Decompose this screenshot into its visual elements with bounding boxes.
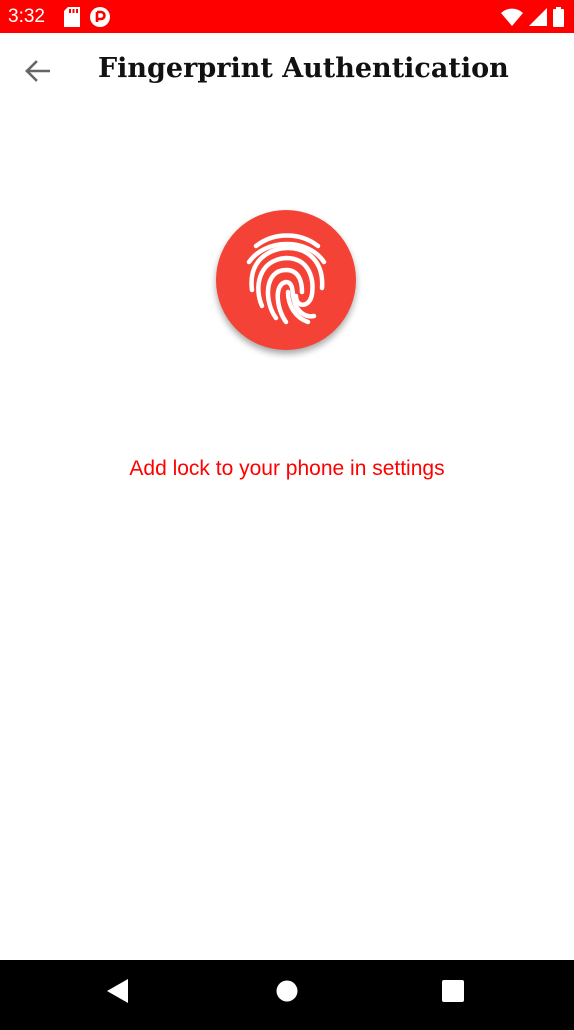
- nav-home-button[interactable]: [247, 960, 327, 1026]
- app-bar: Fingerprint Authentication: [0, 33, 574, 113]
- wifi-icon: [501, 8, 523, 31]
- nav-recents-button[interactable]: [413, 960, 493, 1026]
- cell-signal-icon: [529, 8, 547, 31]
- sd-card-icon: [64, 7, 80, 32]
- recents-square-icon: [442, 979, 464, 1007]
- status-bar: 3:32: [0, 0, 574, 33]
- fingerprint-icon: [240, 230, 332, 331]
- page-title: Fingerprint Authentication: [98, 53, 509, 84]
- battery-icon: [553, 7, 564, 32]
- back-button[interactable]: [14, 53, 60, 93]
- fingerprint-button[interactable]: [216, 210, 356, 350]
- status-time: 3:32: [8, 6, 45, 27]
- status-message: Add lock to your phone in settings: [129, 457, 445, 480]
- back-triangle-icon: [107, 978, 129, 1008]
- arrow-back-icon: [24, 59, 51, 87]
- nav-bar: [0, 960, 574, 1030]
- home-circle-icon: [276, 980, 298, 1007]
- nav-back-button[interactable]: [78, 960, 158, 1026]
- notification-icon: [90, 7, 110, 32]
